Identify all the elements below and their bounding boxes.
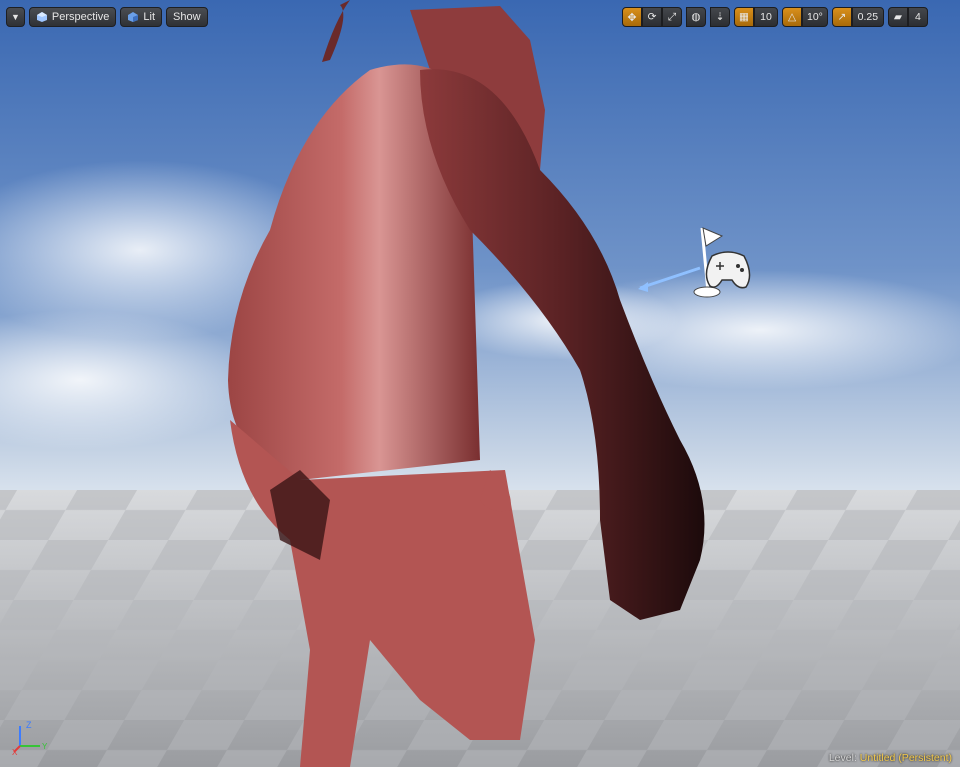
- globe-icon: ◍: [691, 11, 701, 23]
- rotation-snap-value[interactable]: 10°: [802, 7, 828, 27]
- viewport-options-button[interactable]: ▼: [6, 7, 25, 27]
- axis-y-label: Y: [42, 742, 48, 751]
- show-label: Show: [173, 11, 201, 23]
- perspective-button[interactable]: Perspective: [28, 7, 117, 27]
- viewport-toolbar-left: ▼ Perspective Lit Show: [6, 7, 212, 27]
- axis-x-label: X: [12, 748, 18, 756]
- angle-icon: △: [787, 11, 797, 23]
- scale-snap-toggle[interactable]: ↗: [831, 7, 852, 27]
- axis-z-label: Z: [26, 720, 32, 730]
- perspective-label: Perspective: [51, 11, 110, 23]
- coordinate-system-button[interactable]: ◍: [686, 7, 706, 27]
- grid-snap-toggle[interactable]: ▦: [734, 7, 754, 27]
- surface-snap-button[interactable]: ⇣: [710, 7, 730, 27]
- camera-icon: ▰: [893, 11, 902, 23]
- show-button[interactable]: Show: [166, 7, 208, 27]
- chevron-down-icon: ▼: [11, 12, 20, 22]
- viewport-toolbar-right: ✥ ⟳ ⤢ ◍ ⇣ ▦ 10 △ 10° ↗ 0.25 ▰ 4: [622, 7, 928, 27]
- level-name: Untitled (Persistent): [859, 752, 952, 764]
- surface-snap-icon: ⇣: [715, 11, 725, 23]
- level-indicator: Level: Untitled (Persistent): [829, 752, 952, 764]
- level-label: Level:: [828, 752, 857, 764]
- grid-snap-value[interactable]: 10: [754, 7, 778, 27]
- lit-button[interactable]: Lit: [120, 7, 163, 27]
- rotate-tool-button[interactable]: ⟳: [642, 7, 662, 27]
- translate-tool-button[interactable]: ✥: [622, 7, 642, 27]
- scale-tool-button[interactable]: ⤢: [662, 7, 682, 27]
- rotate-icon: ⟳: [647, 11, 657, 23]
- scale-snap-value[interactable]: 0.25: [851, 7, 884, 27]
- rotation-snap-toggle[interactable]: △: [782, 7, 802, 27]
- scale-snap-icon: ↗: [837, 11, 847, 23]
- camera-speed-button[interactable]: ▰: [887, 7, 908, 27]
- axis-indicator: Z X Y: [12, 720, 48, 756]
- lit-sphere-icon: [127, 11, 139, 23]
- editor-viewport[interactable]: ▼ Perspective Lit Show ✥ ⟳ ⤢ ◍ ⇣ ▦ 10 △ …: [0, 0, 960, 767]
- lit-label: Lit: [143, 11, 156, 23]
- scale-icon: ⤢: [667, 10, 677, 23]
- camera-speed-value[interactable]: 4: [907, 7, 928, 27]
- move-arrows-icon: ✥: [627, 11, 637, 24]
- viewport-scene: [0, 0, 960, 767]
- grid-icon: ▦: [739, 11, 749, 23]
- perspective-cube-icon: [36, 11, 48, 23]
